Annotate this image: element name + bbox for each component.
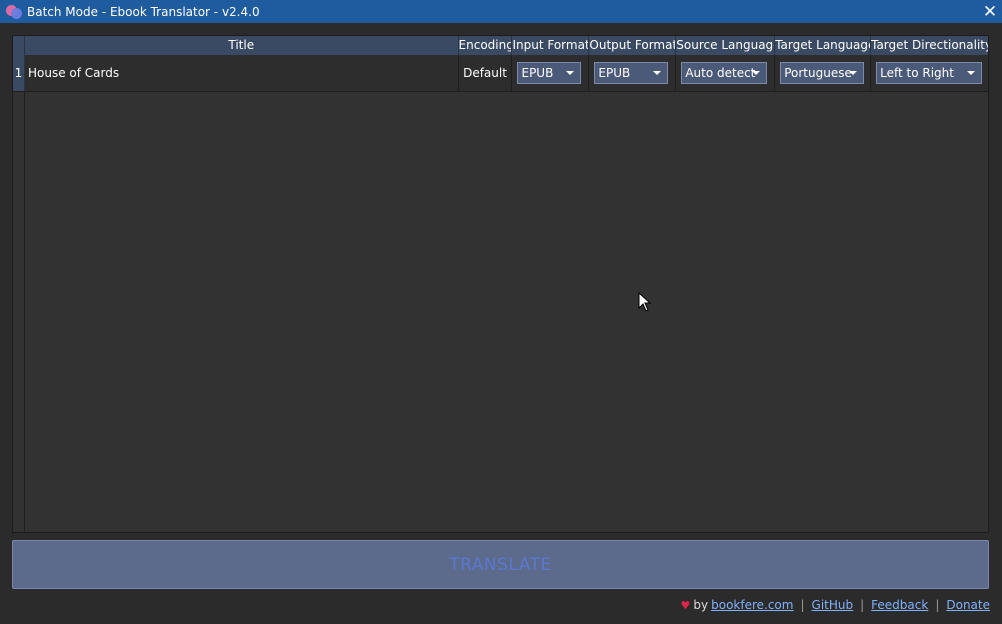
chevron-down-icon <box>566 71 575 75</box>
source-language-select[interactable]: Auto detect <box>681 62 768 84</box>
table-corner[interactable] <box>13 36 25 55</box>
separator: | <box>800 598 805 612</box>
chevron-down-icon <box>752 71 761 75</box>
chevron-down-icon <box>849 71 858 75</box>
chevron-down-icon <box>653 71 662 75</box>
translate-button[interactable]: TRANSLATE <box>12 540 989 589</box>
output-format-select[interactable]: EPUB <box>594 62 669 84</box>
output-format-value: EPUB <box>598 66 631 80</box>
window-title: Batch Mode - Ebook Translator - v2.4.0 <box>27 4 260 19</box>
separator: | <box>860 598 865 612</box>
column-header-encoding[interactable]: Encoding <box>459 36 513 55</box>
column-header-input-format[interactable]: Input Format <box>512 36 590 55</box>
github-link[interactable]: GitHub <box>812 598 854 612</box>
source-language-value: Auto detect <box>685 66 756 80</box>
input-format-select[interactable]: EPUB <box>517 62 582 84</box>
separator: | <box>935 598 940 612</box>
target-language-select[interactable]: Portuguese <box>780 62 865 84</box>
column-header-source-language[interactable]: Source Language <box>676 36 776 55</box>
target-directionality-value: Left to Right <box>880 66 954 80</box>
donate-link[interactable]: Donate <box>946 598 990 612</box>
footer-links: ♥ by bookfere.com | GitHub | Feedback | … <box>681 597 990 613</box>
table-row[interactable]: 1 House of Cards Default EPUB EPUB Auto … <box>13 55 988 92</box>
close-button[interactable]: ✕ <box>978 0 1002 23</box>
title-cell[interactable]: House of Cards <box>25 55 459 91</box>
target-directionality-select[interactable]: Left to Right <box>876 62 983 84</box>
column-header-target-language[interactable]: Target Language <box>775 36 872 55</box>
column-header-output-format[interactable]: Output Format <box>589 36 677 55</box>
title-bar: Batch Mode - Ebook Translator - v2.4.0 ✕ <box>0 0 1002 23</box>
column-header-title[interactable]: Title <box>25 36 459 55</box>
bookfere-link[interactable]: bookfere.com <box>711 598 793 612</box>
close-icon: ✕ <box>982 1 998 22</box>
source-language-cell: Auto detect <box>676 55 776 91</box>
chevron-down-icon <box>967 71 976 75</box>
column-header-target-directionality[interactable]: Target Directionality <box>871 36 988 55</box>
batch-table: Title Encoding Input Format Output Forma… <box>12 35 989 533</box>
input-format-value: EPUB <box>521 66 554 80</box>
encoding-cell[interactable]: Default <box>459 55 513 91</box>
target-directionality-cell: Left to Right <box>871 55 988 91</box>
heart-icon: ♥ <box>680 598 691 612</box>
feedback-link[interactable]: Feedback <box>871 598 928 612</box>
app-logo-icon <box>6 4 22 20</box>
table-header: Title Encoding Input Format Output Forma… <box>13 36 988 55</box>
row-header-strip <box>13 92 25 532</box>
mouse-cursor-icon <box>638 292 652 312</box>
input-format-cell: EPUB <box>512 55 590 91</box>
output-format-cell: EPUB <box>589 55 677 91</box>
by-label: by <box>693 598 709 612</box>
row-number[interactable]: 1 <box>13 55 25 91</box>
target-language-value: Portuguese <box>784 66 852 80</box>
target-language-cell: Portuguese <box>775 55 872 91</box>
